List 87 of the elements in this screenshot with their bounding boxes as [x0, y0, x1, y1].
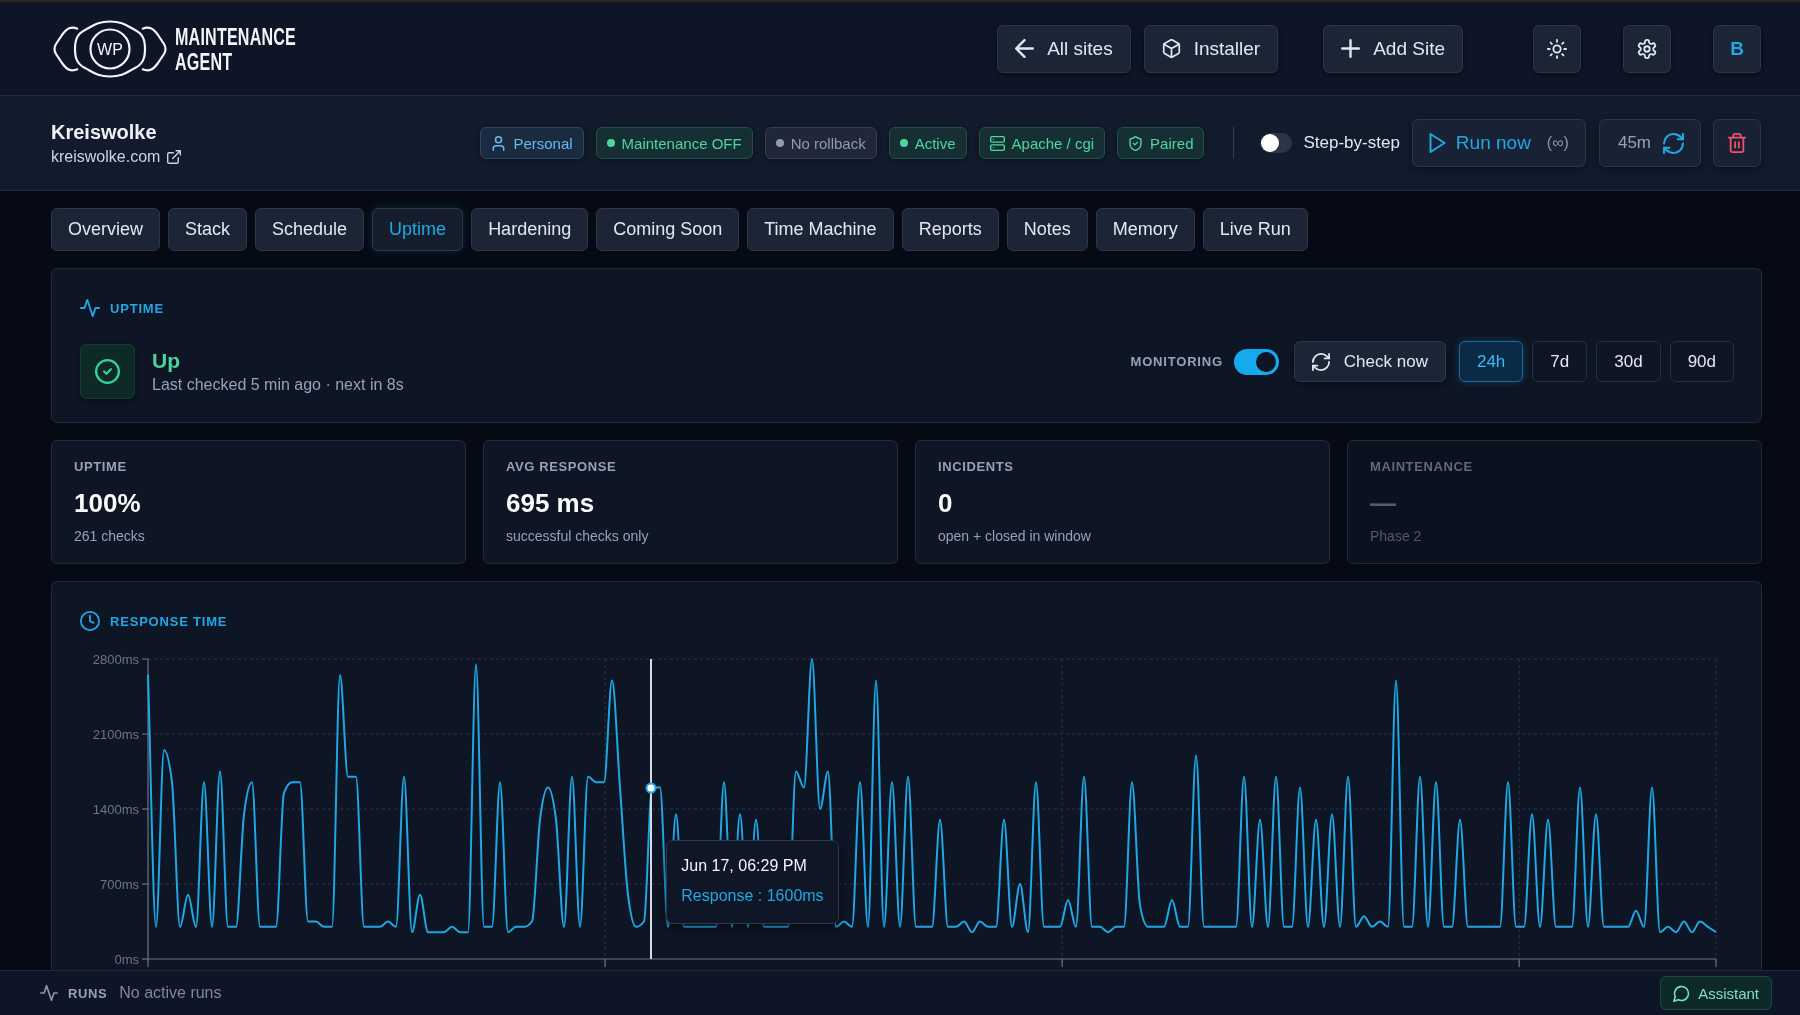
tab[interactable]: Memory	[1095, 208, 1195, 251]
clock-icon	[80, 611, 100, 631]
pulse-icon	[80, 298, 100, 318]
range-button[interactable]: 30d	[1596, 341, 1661, 382]
tab[interactable]: Reports	[901, 208, 999, 251]
status-text: Up	[152, 349, 181, 373]
box-icon	[1161, 39, 1181, 58]
status-dot-icon	[899, 139, 908, 147]
refresh-icon	[1663, 132, 1684, 154]
pulse-icon	[40, 984, 58, 1002]
stat-note: 261 checks	[74, 528, 146, 544]
tooltip-title: Jun 17, 06:29 PM	[681, 856, 808, 875]
assistant-button[interactable]: Assistant	[1660, 976, 1772, 1010]
tab[interactable]: Overview	[51, 208, 160, 251]
toggle-switch[interactable]	[1260, 133, 1293, 153]
range-button[interactable]: 90d	[1669, 341, 1734, 382]
y-axis-label: 2100ms	[92, 726, 139, 742]
settings-button[interactable]	[1623, 24, 1671, 73]
tab[interactable]: Stack	[168, 208, 248, 251]
stat-note: open + closed in window	[938, 528, 1092, 544]
monitoring-label: MONITORING	[1130, 354, 1223, 369]
delete-button[interactable]	[1713, 119, 1761, 167]
sun-icon	[1547, 38, 1567, 59]
tab[interactable]: Live Run	[1202, 208, 1308, 251]
trash-icon	[1727, 133, 1747, 153]
chat-bubble-icon	[1673, 984, 1691, 1002]
status-dot-icon	[775, 139, 784, 147]
server-icon	[989, 135, 1005, 151]
stat-value: 0	[938, 488, 954, 519]
play-icon	[1428, 133, 1446, 153]
last-checked-text: Last checked 5 min ago · next in 8s	[152, 376, 404, 394]
runs-status: No active runs	[119, 984, 222, 1002]
tab[interactable]: Time Machine	[747, 208, 894, 251]
run-now-button[interactable]: Run now (∞)	[1411, 119, 1586, 167]
stat-label: AVG RESPONSE	[506, 459, 618, 474]
y-axis-label: 2800ms	[92, 651, 139, 667]
range-button[interactable]: 7d	[1532, 341, 1588, 382]
range-button[interactable]: 24h	[1458, 341, 1524, 382]
back-button[interactable]: All sites	[997, 24, 1131, 73]
tab[interactable]: Hardening	[471, 208, 589, 251]
status-badge: Paired	[1117, 127, 1205, 159]
stat-value: —	[1370, 488, 1397, 519]
stat-label: UPTIME	[74, 459, 128, 474]
avatar-button[interactable]: B	[1713, 24, 1761, 73]
status-dot-icon	[606, 139, 615, 147]
hover-point-icon	[645, 782, 657, 794]
tab[interactable]: Coming Soon	[596, 208, 740, 251]
external-link-icon	[167, 149, 182, 164]
section-title: UPTIME	[110, 300, 164, 316]
section-title: RESPONSE TIME	[110, 613, 228, 629]
tab[interactable]: Notes	[1006, 208, 1088, 251]
logo-text: MAINTENANCE	[175, 23, 297, 49]
monitoring-toggle[interactable]	[1233, 348, 1279, 375]
stat-note: Phase 2	[1370, 528, 1423, 544]
toggle-label: Step-by-step	[1303, 133, 1400, 153]
stat-value: 100%	[74, 488, 142, 519]
interval-button[interactable]: 45m	[1598, 119, 1701, 167]
add-site-button[interactable]: Add Site	[1323, 24, 1463, 73]
y-axis-label: 0ms	[114, 951, 139, 967]
stat-note: successful checks only	[506, 528, 650, 544]
status-badge: Personal	[480, 127, 584, 159]
tab[interactable]: Schedule	[255, 208, 365, 251]
tab[interactable]: Uptime	[372, 208, 464, 251]
status-badge: Maintenance OFF	[595, 127, 753, 159]
status-badge: Active	[888, 127, 967, 159]
arrow-left-icon	[1015, 39, 1035, 58]
stat-label: INCIDENTS	[938, 459, 1015, 474]
stat-value: 695 ms	[506, 488, 596, 519]
stat-label: MAINTENANCE	[1370, 459, 1474, 474]
site-name: Kreiswolke	[51, 120, 158, 144]
logo-emblem: WP	[53, 19, 167, 78]
status-badge: Apache / cgi	[978, 127, 1106, 159]
logo-text: AGENT	[175, 48, 233, 74]
site-link[interactable]: kreiswolke.com	[51, 147, 182, 166]
y-axis-label: 700ms	[99, 876, 139, 892]
installer-button[interactable]: Installer	[1143, 24, 1279, 73]
y-axis-label: 1400ms	[92, 801, 139, 817]
status-badge: No rollback	[764, 127, 877, 159]
runs-label: RUNS	[68, 985, 108, 1001]
plus-icon	[1341, 39, 1361, 58]
shield-check-icon	[1128, 135, 1144, 151]
tooltip-value: Response : 1600ms	[681, 886, 824, 905]
theme-button[interactable]	[1533, 24, 1581, 73]
refresh-icon	[1311, 352, 1330, 371]
settings-icon	[1637, 38, 1657, 59]
person-icon	[491, 135, 507, 151]
check-now-button[interactable]: Check now	[1293, 341, 1446, 382]
